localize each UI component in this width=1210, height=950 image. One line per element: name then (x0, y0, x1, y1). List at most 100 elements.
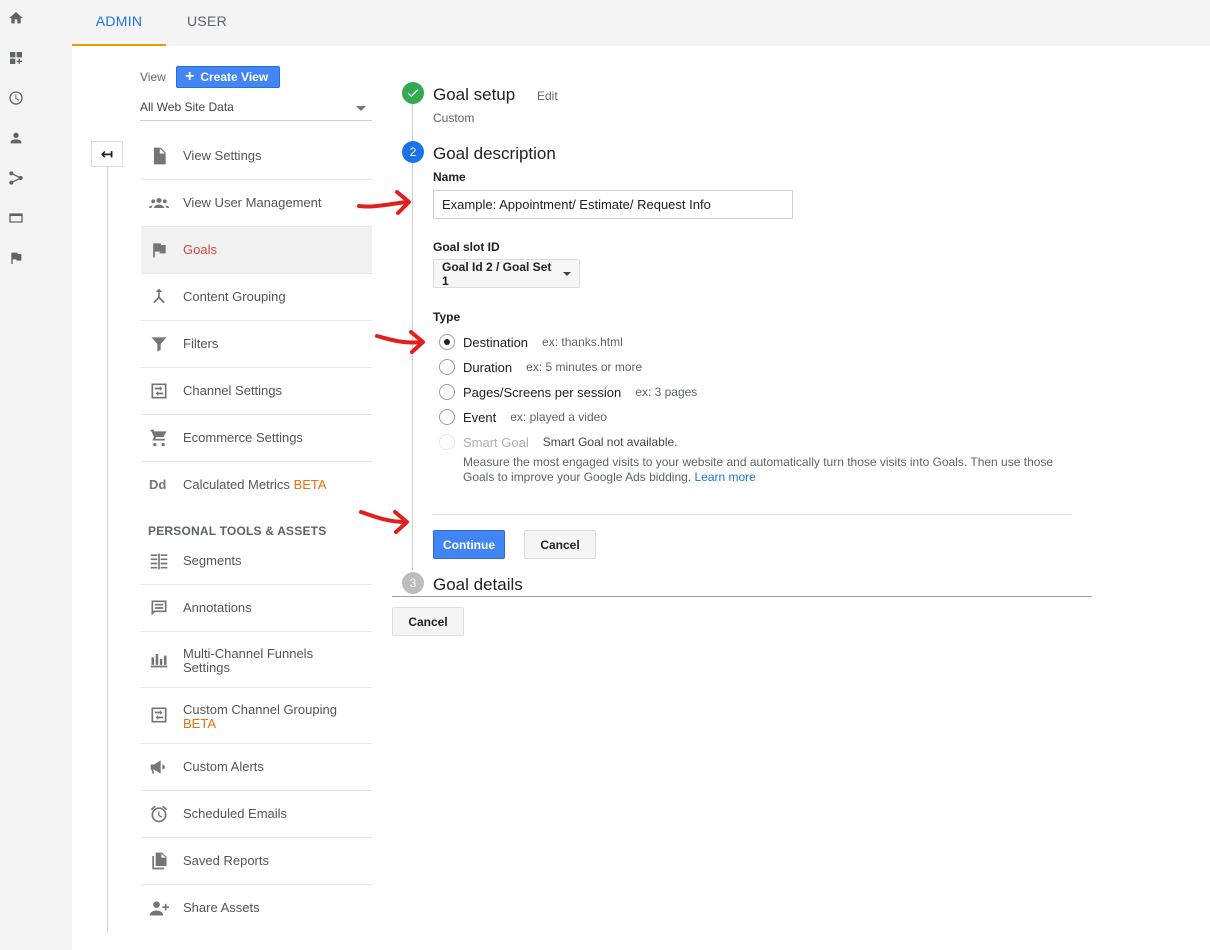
goal-name-input[interactable] (433, 190, 793, 219)
step2-number-badge: 2 (402, 141, 424, 163)
type-option-label: Smart Goal (463, 434, 529, 450)
menu-item-share-assets[interactable]: Share Assets (141, 885, 372, 932)
annotation-arrow-icon (357, 190, 411, 215)
segments-icon (149, 551, 169, 571)
menu-label: Scheduled Emails (183, 806, 288, 821)
view-label: View (140, 70, 166, 84)
goal-setup-title: Goal setup (433, 85, 516, 104)
divider (392, 596, 1092, 597)
menu-label-line2: Settings (183, 660, 230, 675)
radio-button-disabled (439, 434, 455, 450)
home-icon[interactable] (8, 10, 24, 26)
goal-setup-edit-link[interactable]: Edit (537, 89, 558, 103)
menu-label: View User Management (183, 195, 322, 210)
cart-icon (149, 428, 169, 448)
annotation-icon (149, 598, 169, 618)
flag-icon (149, 240, 169, 260)
step-cancel-button[interactable]: Cancel (524, 530, 596, 559)
menu-item-custom-channel-grouping[interactable]: Custom Channel Grouping BETA (141, 688, 372, 744)
name-label: Name (433, 170, 466, 184)
arrow-left-icon: ↤ (100, 146, 114, 163)
menu-label: Share Assets (183, 900, 260, 915)
type-option-label: Duration (463, 359, 513, 375)
collapse-back-button[interactable]: ↤ (91, 141, 123, 167)
person-icon[interactable] (8, 130, 24, 146)
type-option-duration[interactable]: Duration ex: 5 minutes or more (439, 358, 642, 376)
beta-badge: BETA (183, 716, 216, 731)
goal-cancel-button[interactable]: Cancel (392, 607, 464, 636)
people-icon (149, 193, 169, 213)
admin-tab-bar: ADMIN USER (72, 0, 1210, 46)
type-option-example: ex: thanks.html (542, 335, 623, 349)
bar-chart-icon (149, 649, 169, 669)
goal-slot-dropdown[interactable]: Goal Id 2 / Goal Set 1 (433, 259, 580, 288)
channel-icon (149, 705, 169, 725)
type-option-example: ex: 5 minutes or more (526, 360, 643, 374)
menu-label-with-beta: Calculated Metrics BETA (183, 478, 327, 492)
divider (433, 514, 1072, 515)
person-add-icon (149, 898, 169, 918)
menu-item-goals[interactable]: Goals (141, 227, 372, 274)
behavior-icon[interactable] (8, 210, 24, 226)
menu-item-custom-alerts[interactable]: Custom Alerts (141, 744, 372, 791)
goal-details-title: Goal details (433, 575, 523, 594)
radio-button[interactable] (439, 359, 455, 375)
tab-user[interactable]: USER (160, 0, 254, 46)
menu-item-saved-reports[interactable]: Saved Reports (141, 838, 372, 885)
channel-icon (149, 381, 169, 401)
smart-goal-desc-line1: Measure the most engaged visits to your … (463, 455, 1054, 469)
acquisition-icon[interactable] (8, 170, 24, 186)
menu-item-annotations[interactable]: Annotations (141, 585, 372, 632)
menu-item-view-user-management[interactable]: View User Management (141, 180, 372, 227)
menu-label-line1: Custom Channel Grouping (183, 702, 337, 717)
radio-button[interactable] (439, 334, 455, 350)
megaphone-icon (149, 757, 169, 777)
view-column-divider (107, 167, 108, 932)
filter-icon (149, 334, 169, 354)
menu-label: Annotations (183, 600, 252, 615)
conversions-flag-icon[interactable] (8, 250, 24, 266)
file-icon (149, 146, 169, 166)
type-option-event[interactable]: Event ex: played a video (439, 408, 607, 426)
smart-goal-description: Measure the most engaged visits to your … (463, 455, 1073, 485)
step3-number-badge: 3 (402, 572, 424, 594)
menu-item-multi-channel-funnels[interactable]: Multi-Channel Funnels Settings (141, 632, 372, 688)
goal-slot-value: Goal Id 2 / Goal Set 1 (442, 259, 552, 288)
annotation-arrow-icon (375, 330, 425, 354)
learn-more-link[interactable]: Learn more (694, 470, 755, 484)
view-selector-dropdown[interactable]: All Web Site Data (140, 96, 372, 121)
radio-button[interactable] (439, 409, 455, 425)
menu-label: Content Grouping (183, 289, 286, 304)
continue-button[interactable]: Continue (433, 530, 505, 559)
menu-label: Channel Settings (183, 383, 283, 398)
create-view-button[interactable]: + Create View (176, 66, 280, 88)
goal-slot-label: Goal slot ID (433, 240, 500, 254)
menu-item-filters[interactable]: Filters (141, 321, 372, 368)
menu-label: Saved Reports (183, 853, 269, 868)
menu-item-channel-settings[interactable]: Channel Settings (141, 368, 372, 415)
menu-label: Multi-Channel Funnels Settings (183, 647, 313, 675)
menu-item-content-grouping[interactable]: Content Grouping (141, 274, 372, 321)
menu-item-view-settings[interactable]: View Settings (141, 133, 372, 180)
menu-label: Calculated Metrics (183, 477, 290, 492)
type-option-pages-per-session[interactable]: Pages/Screens per session ex: 3 pages (439, 383, 697, 401)
tab-admin[interactable]: ADMIN (72, 0, 166, 46)
menu-label: Goals (183, 242, 217, 257)
radio-button[interactable] (439, 384, 455, 400)
type-option-destination[interactable]: Destination ex: thanks.html (439, 333, 623, 351)
annotation-arrow-icon (359, 510, 409, 534)
menu-label: Ecommerce Settings (183, 430, 303, 445)
dashboards-icon[interactable] (8, 50, 24, 66)
type-option-label: Event (463, 409, 497, 425)
merge-icon (149, 287, 169, 307)
menu-item-ecommerce-settings[interactable]: Ecommerce Settings (141, 415, 372, 462)
clock-icon[interactable] (8, 90, 24, 106)
menu-item-calculated-metrics[interactable]: Dd Calculated Metrics BETA (141, 462, 372, 509)
type-option-label: Destination (463, 334, 529, 350)
type-option-smart-goal: Smart Goal Smart Goal not available. (439, 433, 678, 451)
type-option-label: Pages/Screens per session (463, 384, 622, 400)
menu-item-scheduled-emails[interactable]: Scheduled Emails (141, 791, 372, 838)
personal-tools-header: PERSONAL TOOLS & ASSETS (148, 524, 327, 538)
plus-icon: + (185, 68, 195, 85)
menu-item-segments[interactable]: Segments (141, 538, 372, 585)
